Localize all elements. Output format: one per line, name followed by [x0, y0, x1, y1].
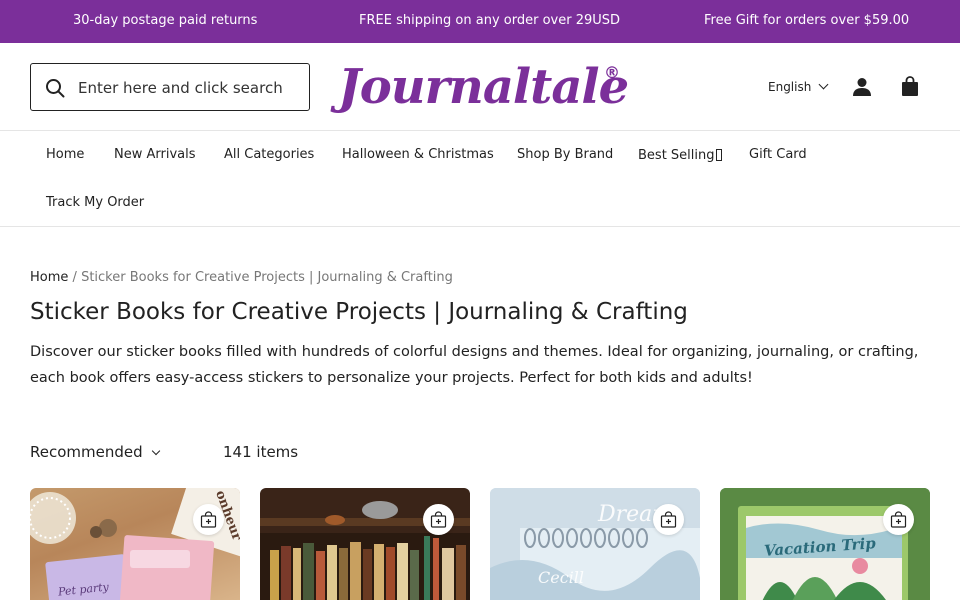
quick-add-button[interactable]	[423, 504, 454, 535]
product-image-text: Cecill	[538, 568, 585, 587]
search-box[interactable]	[30, 63, 310, 111]
product-card[interactable]: Pet party onheur	[30, 488, 240, 600]
site-logo[interactable]: Journaltale ®	[338, 57, 629, 117]
announcement-bar: 30-day postage paid returns FREE shippin…	[0, 0, 960, 43]
search-input[interactable]	[78, 76, 298, 100]
nav-home[interactable]: Home	[46, 147, 84, 162]
nav-best-selling-label: Best Selling	[638, 148, 715, 163]
chevron-down-icon	[818, 79, 829, 90]
site-header: Journaltale ® English	[0, 43, 960, 131]
product-card[interactable]: Dream Cecill	[490, 488, 700, 600]
breadcrumb-separator: /	[72, 270, 77, 285]
quick-add-button[interactable]	[883, 504, 914, 535]
cart-add-icon	[660, 511, 677, 528]
cart-add-icon	[200, 511, 217, 528]
item-count: 141 items	[223, 443, 299, 461]
nav-shop-by-brand[interactable]: Shop By Brand	[517, 147, 613, 162]
announcement-gift: Free Gift for orders over $59.00	[704, 13, 910, 28]
chevron-down-icon	[151, 446, 160, 456]
cart-add-icon	[430, 511, 447, 528]
quick-add-button[interactable]	[193, 504, 224, 535]
nav-gift-card[interactable]: Gift Card	[749, 147, 807, 162]
announcement-returns: 30-day postage paid returns	[73, 13, 258, 28]
sort-label: Recommended	[30, 443, 143, 461]
language-selector[interactable]: English	[768, 79, 829, 94]
sort-dropdown[interactable]: Recommended	[30, 443, 160, 461]
nav-best-selling[interactable]: Best Selling	[638, 147, 722, 163]
announcement-shipping: FREE shipping on any order over 29USD	[359, 13, 621, 28]
product-card[interactable]	[260, 488, 470, 600]
breadcrumb: Home / Sticker Books for Creative Projec…	[30, 270, 453, 285]
page-title: Sticker Books for Creative Projects | Jo…	[30, 299, 688, 325]
breadcrumb-home[interactable]: Home	[30, 270, 68, 285]
registered-mark: ®	[604, 63, 620, 82]
logo-wordmark: Journaltale	[338, 59, 629, 115]
quick-add-button[interactable]	[653, 504, 684, 535]
cart-icon[interactable]	[900, 76, 920, 97]
missing-glyph-icon	[715, 149, 722, 161]
breadcrumb-current: Sticker Books for Creative Projects | Jo…	[81, 270, 453, 285]
nav-track-order[interactable]: Track My Order	[46, 195, 144, 210]
search-icon[interactable]	[45, 78, 65, 98]
nav-new-arrivals[interactable]: New Arrivals	[114, 147, 196, 162]
nav-all-categories[interactable]: All Categories	[224, 147, 314, 162]
main-nav: Home New Arrivals All Categories Hallowe…	[0, 132, 960, 227]
collection-description: Discover our sticker books filled with h…	[30, 344, 919, 386]
cart-add-icon	[890, 511, 907, 528]
account-icon[interactable]	[852, 77, 872, 97]
language-label: English	[768, 80, 812, 94]
product-card[interactable]: Vacation Trip	[720, 488, 930, 600]
nav-halloween-christmas[interactable]: Halloween & Christmas	[342, 147, 494, 162]
